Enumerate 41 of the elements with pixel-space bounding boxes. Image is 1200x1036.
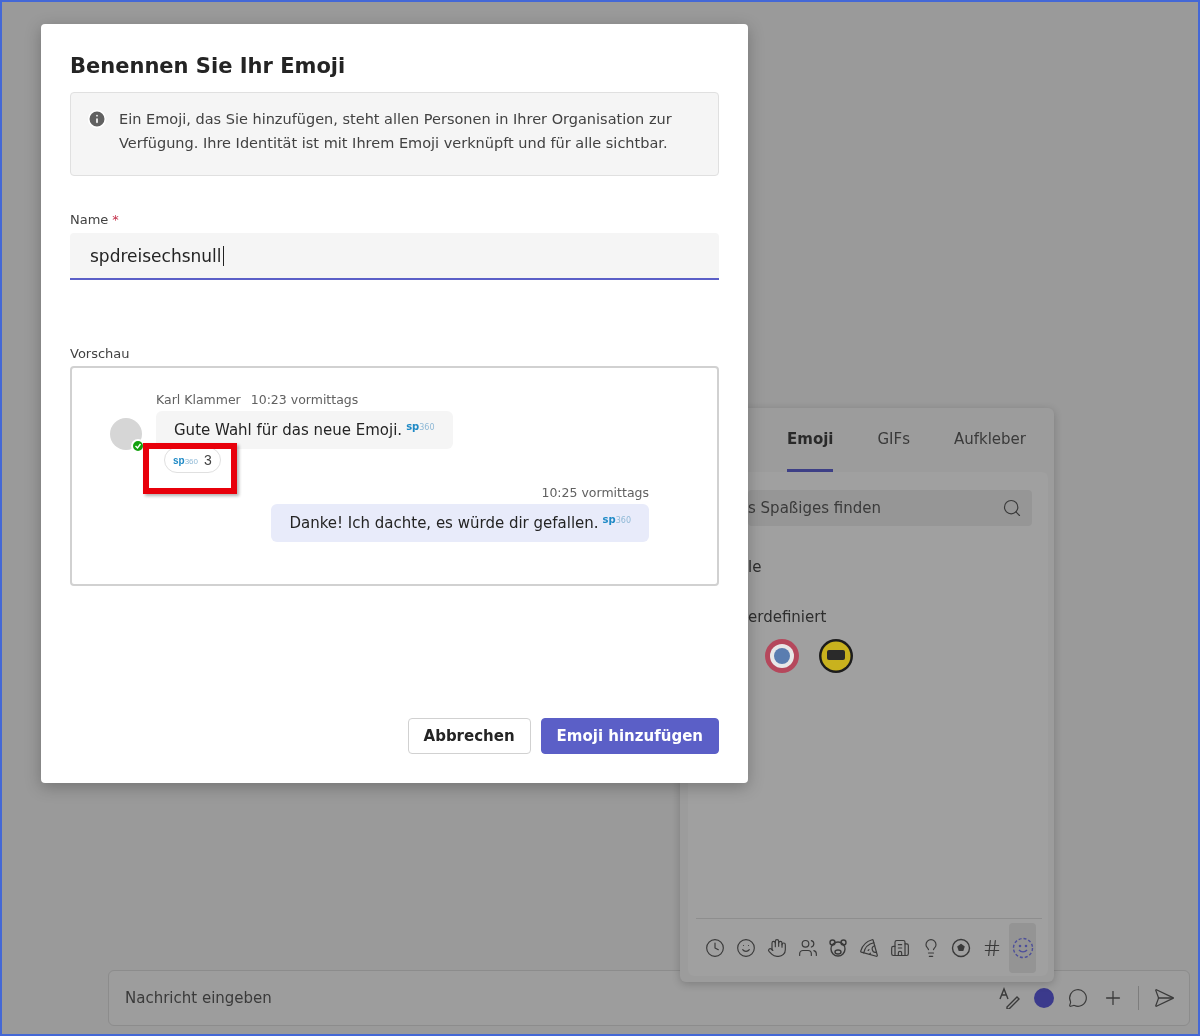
section-title: erdefiniert	[748, 608, 828, 626]
building-icon	[889, 937, 910, 958]
dialog-title: Benennen Sie Ihr Emoji	[70, 54, 347, 78]
field-label: Name	[70, 212, 109, 227]
message-compose-bar[interactable]: Nachricht eingeben	[108, 970, 1190, 1026]
cancel-button[interactable]: Abbrechen	[407, 718, 531, 754]
chat-bubble-icon[interactable]	[1068, 988, 1088, 1008]
clock-icon	[705, 937, 726, 958]
bear-icon	[828, 937, 849, 958]
round-crest-icon	[818, 638, 854, 674]
reaction-pill[interactable]: sp360 3	[164, 447, 221, 473]
info-icon	[87, 109, 107, 129]
custom-emoji: sp360	[406, 421, 435, 432]
pizza-icon	[859, 937, 880, 958]
custom-emoji: sp360	[602, 514, 631, 525]
search-icon	[1002, 498, 1022, 518]
format-icon[interactable]	[998, 987, 1020, 1009]
required-mark: *	[112, 212, 119, 227]
name-input[interactable]: spdreisechsnull	[70, 233, 719, 280]
picker-tab[interactable]: Aufkleber	[953, 408, 1027, 472]
category-button[interactable]	[1009, 922, 1037, 973]
club-crest-icon	[764, 638, 800, 674]
smiley-icon	[736, 937, 757, 958]
message-text: Danke! Ich dachte, es würde dir gefallen.	[289, 514, 599, 532]
message-time: 10:25 vormittags	[541, 485, 649, 500]
add-button[interactable]: Emoji hinzufügen	[540, 718, 719, 754]
people-icon	[797, 937, 818, 958]
preview-label: Vorschau	[70, 346, 131, 361]
section-title: le	[748, 558, 763, 576]
emoji-search-field[interactable]: s Spaßiges finden	[748, 490, 1032, 526]
message-text: Gute Wahl für das neue Emoji.	[174, 421, 403, 439]
dashed-smiley-icon	[1011, 936, 1034, 959]
message-time: 10:23 vormittags	[250, 392, 359, 407]
emoji-icon[interactable]	[1034, 988, 1054, 1008]
send-icon[interactable]	[1153, 987, 1175, 1009]
author-name: Karl Klammer	[156, 392, 241, 407]
info-text: Ein Emoji, das Sie hinzufügen, steht allen Personen in Ihrer Organisation zur Verfügung. Ihre Identität ist mit Ihrem Emoji verknüpft und für alle sichtbar.	[119, 110, 673, 153]
soccer-ball-icon	[951, 937, 972, 958]
picker-tab[interactable]: GIFs	[877, 408, 910, 472]
message-input[interactable]: Nachricht eingeben	[123, 988, 984, 1008]
hand-icon	[766, 937, 787, 958]
